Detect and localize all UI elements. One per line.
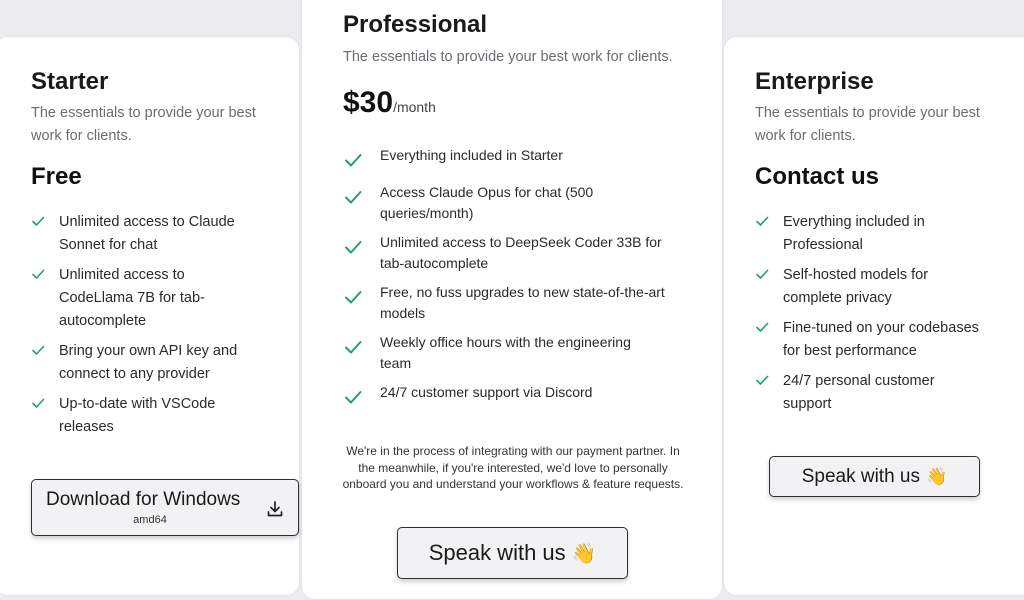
feature-text: Access Claude Opus for chat (500 queries… (380, 184, 594, 221)
button-label: Speak with us (428, 540, 566, 565)
professional-price: $30/month (343, 86, 436, 120)
feature-text: Everything included in Professional (783, 214, 925, 253)
waving-hand-icon: 👋 (571, 542, 597, 565)
feature-text: Unlimited access to DeepSeek Coder 33B f… (380, 234, 662, 271)
feature-text: Unlimited access to CodeLlama 7B for tab… (59, 267, 205, 329)
price-unit: /month (393, 99, 436, 115)
starter-description: The essentials to provide your best work… (31, 105, 256, 144)
check-icon (345, 391, 362, 404)
button-label: Speak with us (801, 466, 920, 487)
waving-hand-icon: 👋 (926, 467, 948, 487)
feature-text: Everything included in Starter (380, 147, 563, 163)
check-icon (32, 216, 45, 226)
check-icon (756, 216, 769, 226)
list-item: Unlimited access to CodeLlama 7B for tab… (31, 264, 271, 333)
feature-text: Up-to-date with VSCode releases (59, 396, 216, 435)
professional-speak-with-us-button[interactable]: Speak with us 👋 (397, 527, 628, 579)
check-icon (756, 375, 769, 385)
list-item: Access Claude Opus for chat (500 queries… (343, 182, 688, 224)
list-item: Unlimited access to Claude Sonnet for ch… (31, 211, 271, 257)
list-item: Fine-tuned on your codebases for best pe… (755, 317, 1000, 363)
list-item: 24/7 personal customer support (755, 370, 1000, 416)
check-icon (32, 345, 45, 355)
list-item: Up-to-date with VSCode releases (31, 393, 271, 439)
check-icon (756, 269, 769, 279)
starter-price: Free (31, 163, 82, 190)
download-windows-button[interactable]: Download for Windows amd64 (31, 479, 299, 536)
feature-text: Unlimited access to Claude Sonnet for ch… (59, 214, 235, 253)
check-icon (345, 191, 362, 204)
feature-text: 24/7 personal customer support (783, 373, 935, 412)
professional-feature-list: Everything included in Starter Access Cl… (343, 145, 688, 404)
enterprise-price: Contact us (755, 163, 880, 190)
enterprise-speak-with-us-button[interactable]: Speak with us 👋 (769, 456, 980, 497)
check-icon (32, 398, 45, 408)
enterprise-description: The essentials to provide your best work… (755, 105, 980, 144)
list-item: Self-hosted models for complete privacy (755, 264, 1000, 310)
check-icon (32, 269, 45, 279)
feature-text: Bring your own API key and connect to an… (59, 343, 238, 382)
download-button-label: Download for Windows (46, 489, 241, 510)
price-amount: $30 (343, 86, 394, 119)
list-item: Weekly office hours with the engineering… (343, 332, 688, 374)
list-item: 24/7 customer support via Discord (343, 382, 688, 404)
check-icon (345, 154, 362, 167)
list-item: Bring your own API key and connect to an… (31, 340, 271, 386)
starter-feature-list: Unlimited access to Claude Sonnet for ch… (31, 211, 271, 439)
list-item: Everything included in Professional (755, 211, 1000, 257)
professional-title: Professional (343, 11, 488, 38)
payment-note: We're in the process of integrating with… (342, 444, 684, 491)
check-icon (345, 291, 362, 304)
download-icon (267, 501, 283, 517)
professional-description: The essentials to provide your best work… (343, 49, 673, 65)
list-item: Unlimited access to DeepSeek Coder 33B f… (343, 232, 688, 274)
list-item: Free, no fuss upgrades to new state-of-t… (343, 282, 688, 324)
feature-text: 24/7 customer support via Discord (380, 384, 593, 400)
enterprise-feature-list: Everything included in Professional Self… (755, 211, 1000, 416)
check-icon (756, 322, 769, 332)
feature-text: Self-hosted models for complete privacy (783, 267, 929, 306)
check-icon (345, 241, 362, 254)
starter-title: Starter (31, 68, 109, 95)
list-item: Everything included in Starter (343, 145, 688, 167)
feature-text: Free, no fuss upgrades to new state-of-t… (380, 284, 665, 321)
feature-text: Weekly office hours with the engineering… (380, 334, 631, 371)
check-icon (345, 341, 362, 354)
download-button-arch: amd64 (133, 514, 167, 526)
feature-text: Fine-tuned on your codebases for best pe… (783, 320, 979, 359)
enterprise-title: Enterprise (755, 68, 874, 95)
